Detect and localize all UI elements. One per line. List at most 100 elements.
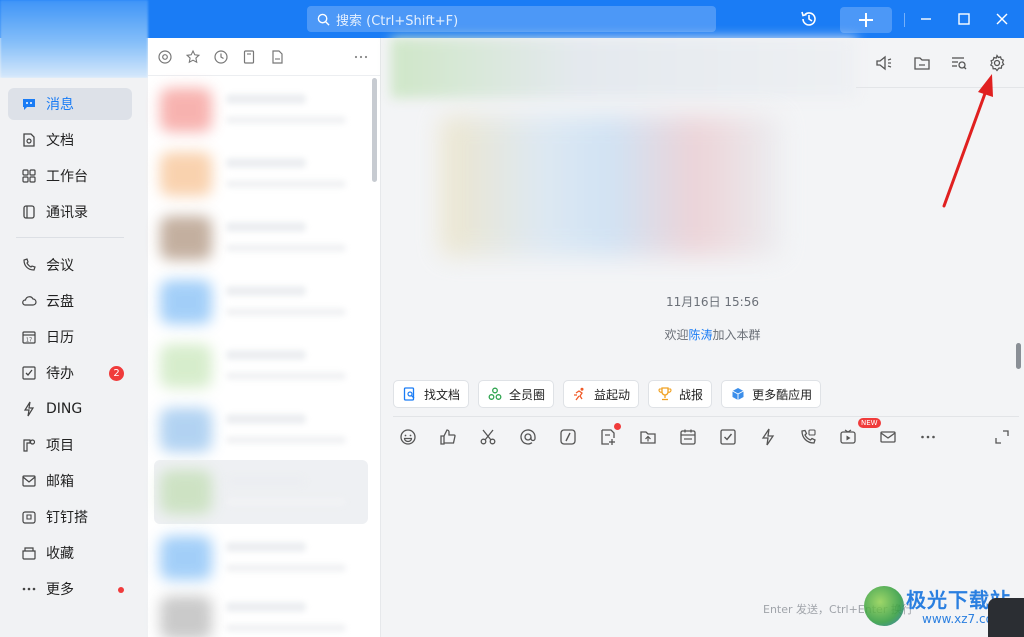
conversation-title-blurred <box>226 94 306 104</box>
conversation-title-blurred <box>226 158 306 168</box>
chat-panel: 11月16日 15:56 欢迎陈涛加入本群 找文档 全员圈 益起动 战报 更多酷… <box>381 38 1024 637</box>
sidebar-item-calendar[interactable]: 17 日历 <box>8 321 132 353</box>
sidebar-item-workbench[interactable]: 工作台 <box>8 160 132 192</box>
at-mention-icon[interactable] <box>517 426 539 448</box>
sidebar-item-todo[interactable]: 待办 2 <box>8 357 132 389</box>
conversation-preview-blurred <box>226 564 346 572</box>
sidebar-item-mail[interactable]: 邮箱 <box>8 465 132 497</box>
avatar <box>160 536 212 580</box>
shared-content-card[interactable] <box>441 116 781 256</box>
scissors-icon[interactable] <box>477 426 499 448</box>
avatar <box>160 88 212 132</box>
sidebar-item-cloud[interactable]: 云盘 <box>8 285 132 317</box>
slash-command-icon[interactable] <box>557 426 579 448</box>
floating-widget[interactable] <box>988 598 1024 637</box>
conversation-preview-blurred <box>226 244 346 252</box>
avatar <box>160 596 212 637</box>
sidebar-item-docs[interactable]: 文档 <box>8 124 132 156</box>
sidebar-item-label: 通讯录 <box>46 205 88 221</box>
all-staff-circle-button[interactable]: 全员圈 <box>478 380 555 408</box>
list-item[interactable] <box>154 78 368 142</box>
circle-icon <box>487 386 503 402</box>
member-name-link[interactable]: 陈涛 <box>688 328 712 342</box>
more-notification-dot <box>118 587 124 593</box>
avatar <box>160 408 212 452</box>
at-mention-icon[interactable] <box>157 49 173 65</box>
clock-icon[interactable] <box>213 49 229 65</box>
battle-report-button[interactable]: 战报 <box>648 380 713 408</box>
star-icon[interactable] <box>185 49 201 65</box>
announcement-icon[interactable] <box>874 53 894 73</box>
file-icon[interactable] <box>269 49 285 65</box>
sidebar-item-meeting[interactable]: 会议 <box>8 249 132 281</box>
user-avatar[interactable] <box>0 0 148 78</box>
more-icon[interactable] <box>353 49 369 65</box>
list-item[interactable] <box>154 586 368 637</box>
sidebar-item-contacts[interactable]: 通讯录 <box>8 196 132 228</box>
chat-scrollbar[interactable] <box>1016 343 1021 369</box>
search-history-icon[interactable] <box>949 53 969 73</box>
lightning-icon <box>20 400 38 418</box>
find-doc-icon <box>402 386 418 402</box>
sidebar-item-favorites[interactable]: 收藏 <box>8 537 132 569</box>
yiqidong-button[interactable]: 益起动 <box>563 380 640 408</box>
live-stream-icon[interactable] <box>837 426 859 448</box>
chat-header <box>391 38 857 98</box>
list-item[interactable] <box>154 334 368 398</box>
conversation-title-blurred <box>226 602 306 612</box>
new-feature-dot <box>614 423 621 430</box>
mail-icon[interactable] <box>877 426 899 448</box>
more-icon[interactable] <box>917 426 939 448</box>
gear-icon[interactable] <box>987 53 1007 73</box>
sidebar-item-messages[interactable]: 消息 <box>8 88 132 120</box>
history-icon[interactable] <box>797 7 821 31</box>
sidebar-item-label: 工作台 <box>46 169 88 185</box>
video-call-icon[interactable] <box>797 426 819 448</box>
list-item[interactable] <box>154 270 368 334</box>
list-item[interactable] <box>154 526 368 590</box>
more-cool-apps-button[interactable]: 更多酷应用 <box>721 380 822 408</box>
list-item-selected[interactable] <box>154 460 368 524</box>
calendar-icon: 17 <box>20 328 38 346</box>
minimize-icon[interactable] <box>914 7 938 31</box>
find-doc-button[interactable]: 找文档 <box>393 380 470 408</box>
lightning-icon[interactable] <box>757 426 779 448</box>
sidebar-item-label: 更多 <box>46 582 74 598</box>
sidebar-item-project[interactable]: 项目 <box>8 429 132 461</box>
calendar-icon[interactable] <box>677 426 699 448</box>
document-icon <box>20 131 38 149</box>
thumbs-up-icon[interactable] <box>437 426 459 448</box>
favorite-icon <box>20 544 38 562</box>
close-icon[interactable] <box>990 7 1014 31</box>
search-input[interactable]: 搜索 (Ctrl+Shift+F) <box>307 6 716 32</box>
upload-folder-icon[interactable] <box>637 426 659 448</box>
list-item[interactable] <box>154 398 368 462</box>
add-button[interactable] <box>840 7 892 33</box>
sidebar-item-build[interactable]: 钉钉搭 <box>8 501 132 533</box>
sidebar-item-ding[interactable]: DING <box>8 393 132 425</box>
conversation-preview-blurred <box>226 308 346 316</box>
conversation-title-blurred <box>226 414 306 424</box>
conversation-preview-blurred <box>226 498 346 506</box>
search-placeholder: 搜索 (Ctrl+Shift+F) <box>336 13 459 29</box>
message-timestamp: 11月16日 15:56 <box>666 295 759 309</box>
conversation-preview-blurred <box>226 436 346 444</box>
conversation-list-scrollbar[interactable] <box>372 78 377 182</box>
list-item[interactable] <box>154 142 368 206</box>
expand-input-icon[interactable] <box>992 427 1012 447</box>
watermark-logo <box>864 586 904 626</box>
bookmark-icon[interactable] <box>241 49 257 65</box>
sidebar-item-label: 收藏 <box>46 546 74 562</box>
todo-icon[interactable] <box>717 426 739 448</box>
svg-text:17: 17 <box>26 338 32 344</box>
avatar <box>160 152 212 196</box>
sidebar-item-more[interactable]: 更多 <box>8 573 132 605</box>
video-call-icon <box>20 256 38 274</box>
sidebar-item-label: 邮箱 <box>46 474 74 490</box>
folder-icon[interactable] <box>912 53 932 73</box>
conversation-filter-bar <box>148 38 380 76</box>
maximize-icon[interactable] <box>952 7 976 31</box>
quick-action-label: 更多酷应用 <box>752 387 813 402</box>
emoji-icon[interactable] <box>397 426 419 448</box>
list-item[interactable] <box>154 206 368 270</box>
